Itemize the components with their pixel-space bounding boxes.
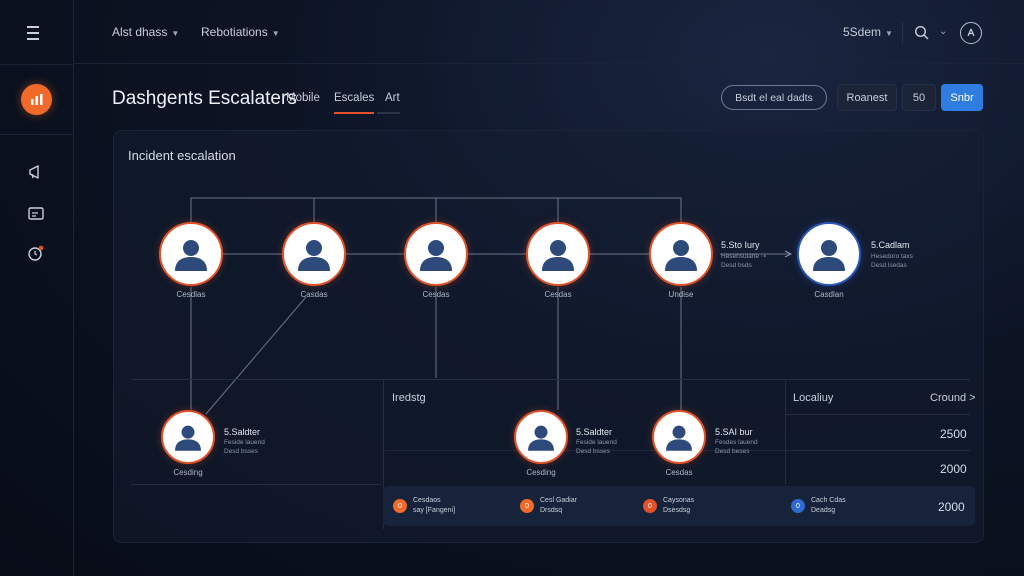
node-label: Cesding bbox=[526, 468, 556, 477]
person-node[interactable] bbox=[159, 222, 223, 286]
status-dot-icon: 0 bbox=[393, 499, 407, 513]
summary-chip[interactable]: Cesl Gadiar Drsdsq bbox=[540, 496, 577, 516]
node-label: Cesdas bbox=[422, 290, 450, 299]
grid-line bbox=[785, 379, 786, 484]
node-label: Cesding bbox=[173, 468, 203, 477]
node-detail: Fesdes lauend bbox=[715, 439, 758, 446]
node-detail: Feside lauend bbox=[224, 439, 265, 446]
grid-line bbox=[785, 414, 970, 415]
status-glyph: 0 bbox=[648, 502, 652, 510]
grid-line bbox=[131, 484, 381, 485]
node-label: Casdas bbox=[300, 290, 328, 299]
person-icon bbox=[528, 425, 554, 451]
grid-line bbox=[785, 450, 970, 451]
count-value: 2000 bbox=[940, 462, 967, 476]
summary-chip-title: Cesdaos bbox=[413, 497, 441, 504]
summary-chip-sub: Deadsg bbox=[811, 507, 836, 514]
node-name: 5.Saldter bbox=[576, 427, 613, 437]
status-dot-icon: 0 bbox=[520, 499, 534, 513]
node-name: 5.SAI bur bbox=[715, 427, 753, 437]
summary-chip-title: Cesl Gadiar bbox=[540, 497, 577, 504]
summary-chip-sub: Drsdsq bbox=[540, 507, 563, 514]
node-label: Casdlan bbox=[814, 290, 844, 299]
node-name: 5.Cadlam bbox=[871, 240, 910, 250]
status-glyph: 0 bbox=[398, 502, 402, 510]
node-detail: Desd bsds bbox=[721, 262, 752, 269]
summary-chip[interactable]: Cesdaos say [Fangeni] bbox=[413, 496, 455, 516]
summary-chip[interactable]: Cach Cdas Deadsg bbox=[811, 496, 846, 516]
node-detail: Desd bsses bbox=[224, 448, 258, 455]
node-detail: Desd beses bbox=[715, 448, 750, 455]
status-glyph: 0 bbox=[796, 502, 800, 510]
summary-chip-sub: say [Fangeni] bbox=[413, 507, 456, 514]
person-icon bbox=[666, 425, 692, 451]
person-icon bbox=[175, 425, 201, 451]
node-detail: Feside lauend bbox=[576, 439, 617, 446]
person-icon bbox=[298, 240, 330, 271]
summary-chip-title: Caysonas bbox=[663, 497, 695, 504]
person-icon bbox=[420, 240, 452, 271]
node-detail: Hesensulane ⇢ bbox=[721, 253, 767, 260]
status-glyph: 0 bbox=[525, 502, 529, 510]
status-dot-icon: 0 bbox=[643, 499, 657, 513]
summary-chip-title: Cach Cdas bbox=[811, 497, 846, 504]
column-header: Localiuy bbox=[793, 392, 834, 404]
column-header: Iredstg bbox=[392, 392, 426, 404]
node-name: 5.Saldter bbox=[224, 427, 261, 437]
node-name: 5.Sto Iury bbox=[721, 240, 760, 250]
node-label: Cesdlas bbox=[176, 290, 206, 299]
node-label: Cesdas bbox=[544, 290, 572, 299]
status-dot-icon: 0 bbox=[791, 499, 805, 513]
person-node[interactable] bbox=[161, 410, 215, 464]
count-value: 2500 bbox=[940, 427, 967, 441]
person-icon bbox=[665, 240, 697, 271]
person-node-active[interactable] bbox=[797, 222, 861, 286]
person-node[interactable] bbox=[649, 222, 713, 286]
summary-chip[interactable]: Caysonas Dsesdsg bbox=[663, 496, 694, 516]
person-icon bbox=[175, 240, 207, 271]
count-value: 2000 bbox=[938, 500, 965, 514]
person-node[interactable] bbox=[514, 410, 568, 464]
person-node[interactable] bbox=[404, 222, 468, 286]
person-icon bbox=[813, 240, 845, 271]
node-detail: Desd bsses bbox=[576, 448, 610, 455]
node-detail: Desd lsedas bbox=[871, 262, 907, 269]
person-icon bbox=[542, 240, 574, 271]
person-node[interactable] bbox=[282, 222, 346, 286]
node-label: Undise bbox=[668, 290, 694, 299]
node-label: Cesdas bbox=[665, 468, 693, 477]
column-header-sortable[interactable]: Cround > bbox=[930, 392, 976, 404]
person-node[interactable] bbox=[652, 410, 706, 464]
person-node[interactable] bbox=[526, 222, 590, 286]
grid-line bbox=[131, 379, 970, 380]
summary-chip-sub: Dsesdsg bbox=[663, 507, 691, 514]
node-detail: Hesedoro taxs bbox=[871, 253, 913, 260]
